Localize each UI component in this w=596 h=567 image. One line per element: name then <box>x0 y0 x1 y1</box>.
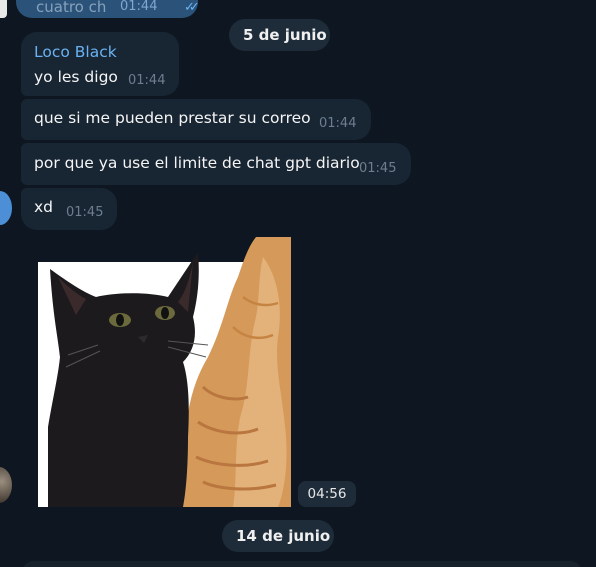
message-time: 01:44 <box>120 0 158 14</box>
message-text: por que ya use el limite de chat gpt dia… <box>34 154 360 172</box>
message-input-edge[interactable] <box>22 561 582 567</box>
message-text: que si me pueden prestar su correo <box>34 109 311 127</box>
avatar[interactable] <box>0 467 12 503</box>
incoming-message-bubble[interactable]: por que ya use el limite de chat gpt dia… <box>21 143 411 185</box>
message-time: 01:45 <box>359 161 397 176</box>
message-time: 04:56 <box>298 481 356 507</box>
message-time: 01:45 <box>66 205 104 220</box>
message-time: 01:44 <box>128 73 166 88</box>
sender-name[interactable]: Loco Black <box>34 43 117 61</box>
incoming-message-bubble[interactable]: Loco Black yo les digo 01:44 <box>21 32 179 96</box>
message-text: cuatro ch <box>36 0 107 16</box>
message-time: 01:44 <box>319 116 357 131</box>
cat-sticker[interactable] <box>38 237 291 507</box>
incoming-message-bubble[interactable]: xd 01:45 <box>21 188 117 230</box>
avatar[interactable] <box>0 191 12 225</box>
outgoing-message-bubble[interactable]: cuatro ch 01:44 ✓✓ <box>16 0 200 18</box>
incoming-message-bubble[interactable]: que si me pueden prestar su correo 01:44 <box>21 99 371 140</box>
message-text: yo les digo <box>34 68 118 86</box>
date-separator: 5 de junio <box>229 19 330 51</box>
chat-window: cuatro ch 01:44 ✓✓ 5 de junio Loco Black… <box>0 0 596 567</box>
avatar-edge[interactable] <box>0 0 7 18</box>
double-check-icon: ✓✓ <box>184 0 200 15</box>
message-text: xd <box>34 198 54 216</box>
date-separator: 14 de junio <box>222 520 334 552</box>
